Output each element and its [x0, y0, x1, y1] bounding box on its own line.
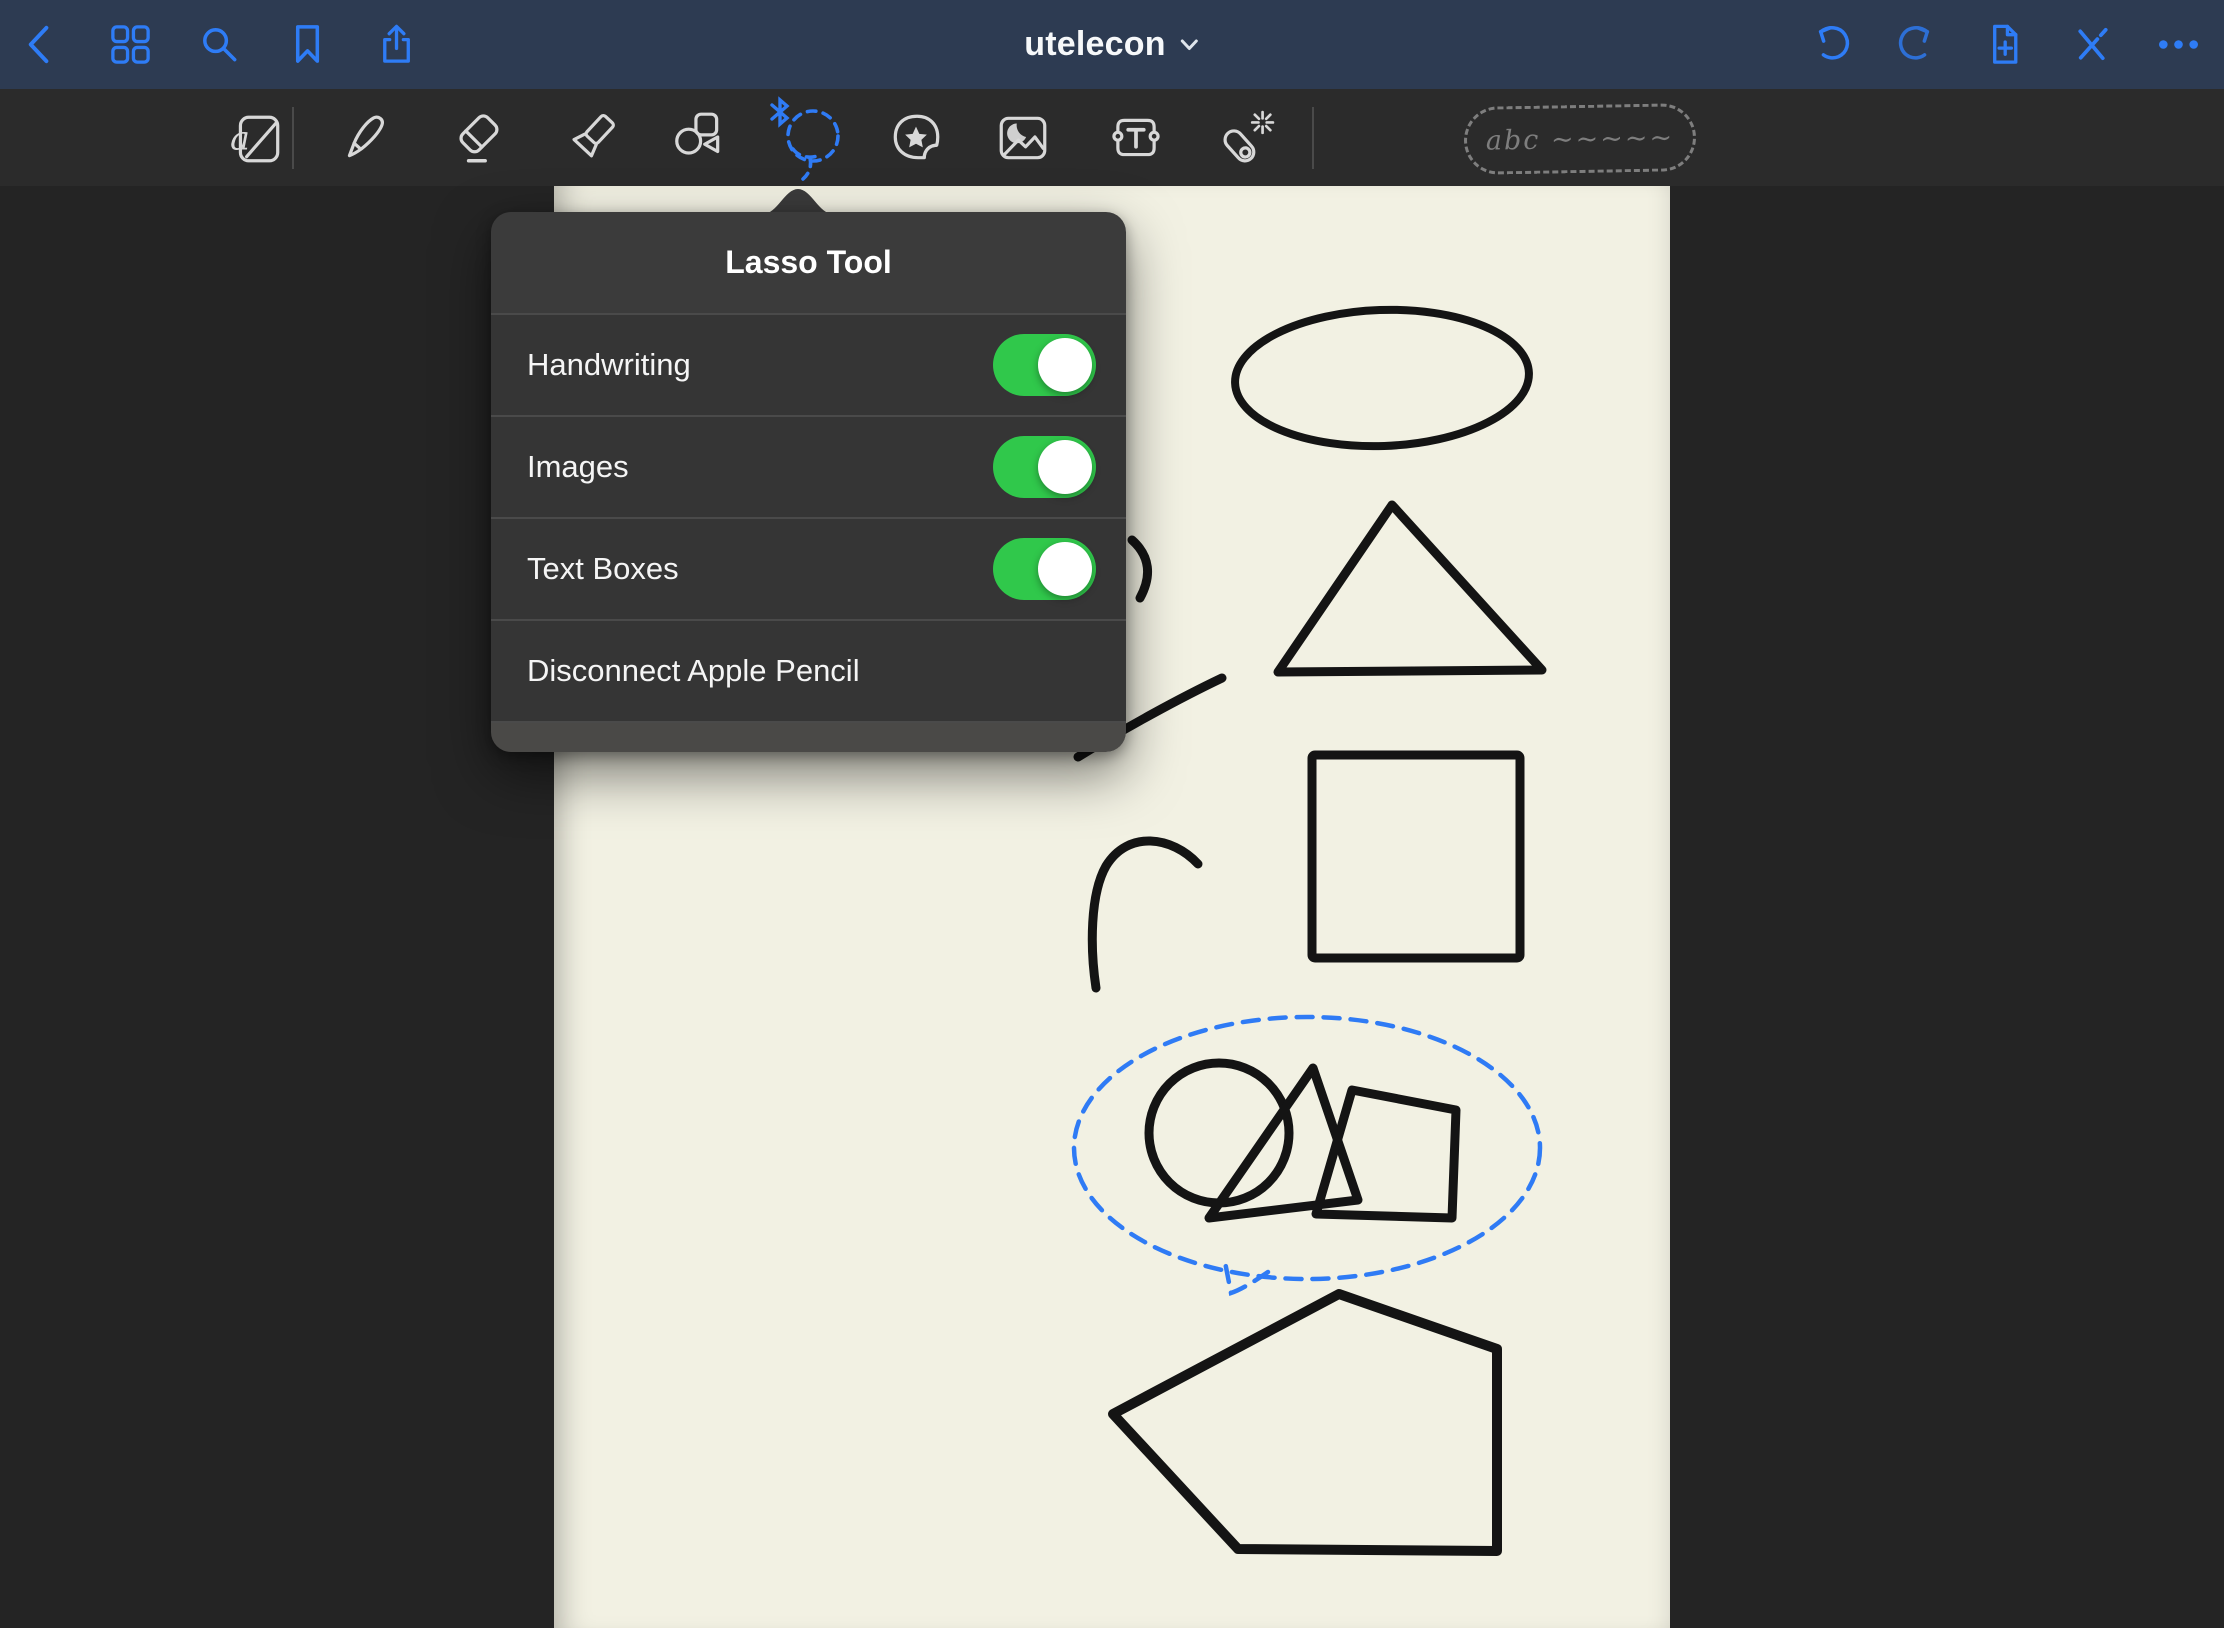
pen-off-icon[interactable]	[2068, 21, 2115, 68]
pen-tool[interactable]	[336, 109, 394, 167]
toggle-label: Text Boxes	[527, 551, 679, 587]
text-box-tool[interactable]	[1107, 109, 1165, 167]
toggle-knob	[1038, 338, 1092, 392]
svg-text:a: a	[230, 118, 250, 157]
eraser-tool[interactable]	[451, 109, 509, 167]
highlighter-tool[interactable]	[564, 109, 622, 167]
top-navigation-bar: utelecon	[0, 0, 2224, 89]
page-title: utelecon	[1024, 25, 1165, 64]
handwriting-toggle[interactable]	[993, 334, 1096, 396]
popover-header: Lasso Tool	[491, 212, 1126, 313]
images-toggle[interactable]	[993, 436, 1096, 498]
redo-icon[interactable]	[1894, 21, 1941, 68]
popover-footer	[491, 721, 1126, 752]
bookmark-icon[interactable]	[285, 21, 332, 68]
disconnect-apple-pencil-button[interactable]: Disconnect Apple Pencil	[491, 619, 1126, 721]
page-edit-tool[interactable]: a	[228, 109, 286, 167]
toolbar-separator	[1312, 107, 1314, 169]
toggle-label: Handwriting	[527, 347, 691, 383]
toggle-row-text-boxes: Text Boxes	[491, 517, 1126, 619]
pages-grid-icon[interactable]	[107, 21, 154, 68]
toggle-label: Images	[527, 449, 629, 485]
add-page-icon[interactable]	[1981, 21, 2028, 68]
search-icon[interactable]	[196, 21, 243, 68]
photo-tool[interactable]	[994, 109, 1052, 167]
toggle-knob	[1038, 542, 1092, 596]
popover-caret	[763, 187, 833, 214]
share-icon[interactable]	[374, 21, 421, 68]
disconnect-apple-pencil-label: Disconnect Apple Pencil	[527, 653, 860, 689]
shapes-tool[interactable]	[669, 109, 727, 167]
topbar-left-group	[0, 21, 421, 68]
more-icon[interactable]	[2155, 21, 2202, 68]
sticker-tool[interactable]	[887, 109, 945, 167]
handwriting-hint-text: abc ~~~~~	[1486, 122, 1675, 156]
toggle-row-images: Images	[491, 415, 1126, 517]
handwriting-hint-oval: abc ~~~~~	[1463, 103, 1696, 175]
toggle-knob	[1038, 440, 1092, 494]
undo-icon[interactable]	[1807, 21, 1854, 68]
topbar-right-group	[1807, 0, 2202, 89]
toolbar-separator	[292, 107, 294, 169]
popover-title: Lasso Tool	[725, 244, 892, 281]
lasso-tool[interactable]	[765, 92, 847, 184]
chevron-down-icon	[1180, 38, 1200, 52]
text-boxes-toggle[interactable]	[993, 538, 1096, 600]
laser-pointer-tool[interactable]	[1217, 109, 1275, 167]
back-icon[interactable]	[18, 21, 65, 68]
popover-body: Lasso Tool Handwriting Images Text Boxes…	[491, 212, 1126, 752]
document-title-menu[interactable]: utelecon	[1024, 0, 1199, 89]
drawing-toolbar: a	[0, 89, 2224, 186]
toggle-row-handwriting: Handwriting	[491, 313, 1126, 415]
bluetooth-icon	[772, 100, 787, 124]
